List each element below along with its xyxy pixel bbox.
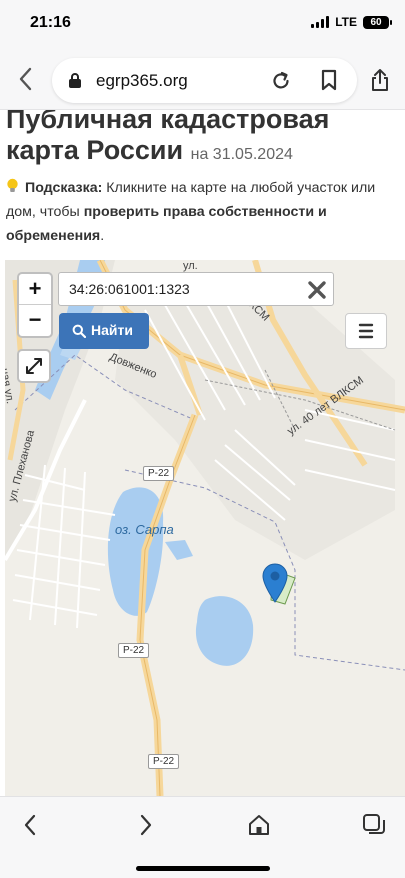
status-indicators: LTE 60 [311, 15, 392, 29]
url-text: egrp365.org [96, 71, 188, 90]
zoom-out-button[interactable]: − [19, 305, 51, 336]
battery-icon: 60 [363, 15, 392, 29]
road-shield-r22-1: Р-22 [143, 466, 175, 481]
zoom-control: + − [17, 272, 53, 338]
network-type: LTE [335, 15, 357, 29]
address-bar[interactable]: egrp365.org [52, 58, 357, 103]
cadastral-search-box [58, 272, 334, 306]
battery-level: 60 [370, 16, 382, 28]
hint: Подсказка: Кликните на карте на любой уч… [6, 176, 398, 248]
forward-nav-icon[interactable] [136, 813, 156, 837]
road-shield-r22-3: Р-22 [148, 754, 180, 769]
status-time: 21:16 [30, 14, 71, 31]
find-button-label: Найти [91, 322, 133, 338]
tabs-icon[interactable] [362, 813, 386, 837]
back-icon[interactable] [16, 66, 36, 92]
page-title-date: на 31.05.2024 [190, 146, 293, 163]
status-bar: 21:16 LTE 60 [0, 0, 405, 50]
search-icon [72, 324, 86, 338]
home-indicator [136, 866, 270, 871]
lock-icon [69, 73, 81, 88]
back-nav-icon[interactable] [20, 813, 40, 837]
location-pin-icon[interactable] [262, 563, 288, 603]
lightbulb-icon [7, 178, 18, 192]
road-shield-r22-2: Р-22 [118, 643, 150, 658]
hamburger-icon [358, 323, 374, 339]
signal-icon [311, 16, 330, 28]
home-icon[interactable] [248, 813, 270, 837]
label-lake-sarpa: оз. Сарпа [115, 522, 174, 537]
page-content: Публичная кадастровая карта России на 31… [0, 110, 405, 796]
cadastral-number-input[interactable] [69, 281, 309, 297]
share-icon[interactable] [370, 68, 390, 92]
zoom-in-button[interactable]: + [19, 274, 51, 305]
label-ul-top: ул. [183, 260, 198, 272]
browser-bar: egrp365.org [0, 50, 405, 110]
menu-button[interactable] [345, 313, 387, 349]
hint-label: Подсказка: [25, 180, 103, 196]
bookmark-icon[interactable] [320, 69, 338, 91]
find-button[interactable]: Найти [59, 313, 149, 349]
page-title: Публичная кадастровая карта России на 31… [6, 110, 401, 170]
reload-icon[interactable] [270, 70, 292, 92]
hint-end: . [100, 228, 105, 244]
cadastral-map[interactable]: ул. ВЛКСМ Довженко ул. 40 лет ВЛКСМ ул. … [5, 260, 405, 796]
clear-icon[interactable] [305, 278, 329, 302]
expand-icon [26, 358, 42, 374]
fullscreen-button[interactable] [17, 349, 51, 383]
